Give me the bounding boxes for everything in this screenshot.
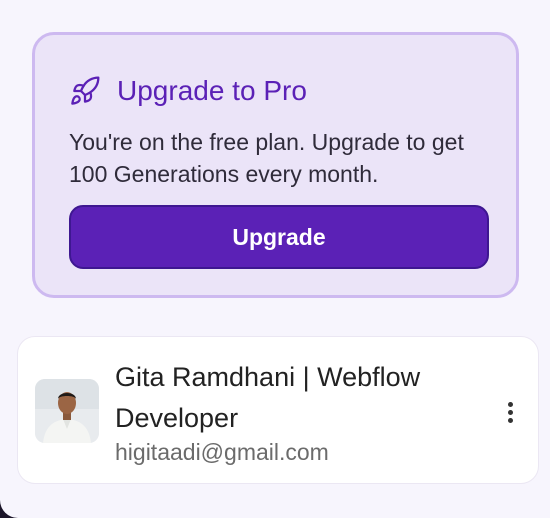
promo-description: You're on the free plan. Upgrade to get …: [69, 129, 464, 187]
rocket-icon: [69, 75, 101, 107]
menu-dot: [507, 401, 513, 407]
promo-header: Upgrade to Pro: [69, 73, 307, 109]
menu-dot: [507, 409, 513, 415]
more-vertical-icon[interactable]: [498, 397, 522, 427]
upgrade-button[interactable]: Upgrade: [69, 205, 489, 269]
user-email: higitaadi@gmail.com: [115, 439, 329, 465]
promo-title: Upgrade to Pro: [117, 75, 307, 106]
user-profile-card[interactable]: Gita Ramdhani | Webflow Developer higita…: [17, 336, 539, 484]
user-name: Gita Ramdhani | Webflow Developer: [115, 362, 421, 433]
menu-dot: [507, 417, 513, 423]
avatar: [35, 379, 99, 443]
sidebar-footer-panel: Upgrade to Pro You're on the free plan. …: [0, 0, 550, 518]
upgrade-promo-card: Upgrade to Pro You're on the free plan. …: [32, 32, 519, 298]
